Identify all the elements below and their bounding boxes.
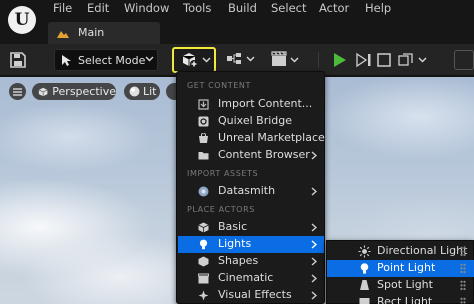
add-content-button[interactable] <box>172 47 216 73</box>
menu-item-unreal-marketplace[interactable]: Unreal Marketplace <box>178 130 325 147</box>
submenu-item-rect-light[interactable]: Rect Light <box>327 294 474 304</box>
cinematic-icon <box>198 273 209 284</box>
blueprint-icon[interactable] <box>226 52 256 66</box>
section-place-actors: PLACE ACTORS <box>187 205 255 214</box>
folder-icon <box>198 152 209 160</box>
perspective-button[interactable]: Perspective <box>32 83 116 100</box>
advance-frame-icon[interactable] <box>356 52 372 68</box>
marketplace-icon <box>199 133 208 143</box>
submenu-item-label: Spot Light <box>377 278 433 291</box>
menu-item-visual-effects[interactable]: Visual Effects <box>178 287 324 304</box>
menu-item-import-content[interactable]: Import Content... <box>178 96 324 113</box>
save-icon[interactable] <box>10 52 26 68</box>
menu-item-lights[interactable]: Lights <box>178 236 324 253</box>
point-light-icon <box>360 263 369 274</box>
chevron-right-icon <box>311 223 317 232</box>
chevron-right-icon <box>311 274 317 283</box>
lit-button[interactable]: Lit <box>124 83 160 100</box>
perspective-label: Perspective <box>52 85 116 98</box>
spot-light-icon <box>360 280 369 290</box>
chevron-down-icon <box>145 56 154 62</box>
menu-item-quixel-bridge[interactable]: Quixel Bridge <box>178 113 324 130</box>
drag-handle-icon[interactable] <box>460 246 466 257</box>
import-icon <box>198 99 209 110</box>
lights-submenu: Directional Light Point Light Spot Light… <box>326 240 474 304</box>
viewport-options-button[interactable] <box>9 83 26 100</box>
submenu-item-label: Rect Light <box>377 295 433 304</box>
menu-edit[interactable]: Edit <box>87 1 109 15</box>
select-mode-label: Select Mode <box>78 54 146 67</box>
visual-effects-icon <box>198 290 209 301</box>
quixel-icon <box>198 116 209 127</box>
play-icon[interactable] <box>333 52 347 68</box>
cinematic-icon[interactable] <box>270 51 300 67</box>
menu-item-label: Lights <box>218 237 252 250</box>
level-icon <box>57 31 69 38</box>
submenu-item-label: Point Light <box>377 261 436 274</box>
menu-item-content-browser[interactable]: Content Browser <box>178 147 324 164</box>
datasmith-icon <box>198 186 209 197</box>
section-import-assets: IMPORT ASSETS <box>187 169 259 178</box>
chevron-right-icon <box>311 291 317 300</box>
menu-actor[interactable]: Actor <box>319 1 349 15</box>
menu-build[interactable]: Build <box>228 1 257 15</box>
menu-item-label: Datasmith <box>218 184 276 197</box>
submenu-item-spot-light[interactable]: Spot Light <box>327 277 474 294</box>
platforms-icon[interactable] <box>398 52 414 68</box>
section-get-content: GET CONTENT <box>187 81 251 90</box>
settings-button[interactable] <box>454 50 474 70</box>
menu-item-label: Content Browser <box>218 148 310 161</box>
toolbar-divider <box>318 52 319 68</box>
menu-tools[interactable]: Tools <box>183 1 211 15</box>
menu-window[interactable]: Window <box>124 1 169 15</box>
menu-item-cinematic[interactable]: Cinematic <box>178 270 324 287</box>
chevron-down-icon <box>202 57 211 63</box>
lit-label: Lit <box>143 85 157 98</box>
directional-light-icon <box>358 245 371 258</box>
cursor-icon <box>62 55 71 66</box>
chevron-right-icon <box>311 257 317 266</box>
stop-icon[interactable] <box>377 53 391 67</box>
perspective-cube-icon <box>38 87 48 96</box>
chevron-right-icon <box>311 240 317 249</box>
menu-help[interactable]: Help <box>365 1 391 15</box>
light-bulb-icon <box>199 239 208 250</box>
drag-handle-icon[interactable] <box>460 280 466 291</box>
show-flags-button[interactable] <box>166 83 176 100</box>
menu-item-shapes[interactable]: Shapes <box>178 253 324 270</box>
cube-icon <box>198 222 209 233</box>
lit-sphere-icon <box>129 86 140 97</box>
menu-item-datasmith[interactable]: Datasmith <box>178 183 324 200</box>
tab-main[interactable]: Main <box>48 22 160 44</box>
submenu-item-directional-light[interactable]: Directional Light <box>327 243 474 260</box>
menu-item-label: Quixel Bridge <box>218 114 293 127</box>
menu-item-label: Visual Effects <box>218 288 292 301</box>
shapes-icon <box>198 256 209 267</box>
menu-item-label: Cinematic <box>218 271 274 284</box>
add-content-menu: GET CONTENT Import Content... Quixel Bri… <box>176 71 325 304</box>
drag-handle-icon[interactable] <box>460 297 466 304</box>
menu-item-label: Unreal Marketplace <box>218 131 325 144</box>
chevron-right-icon <box>311 187 317 196</box>
add-content-icon <box>182 53 198 68</box>
submenu-item-point-light[interactable]: Point Light <box>327 260 474 277</box>
unreal-logo-icon: U <box>8 6 36 34</box>
drag-handle-icon[interactable] <box>460 263 466 274</box>
menu-bar: U File Edit Window Tools Build Select Ac… <box>0 0 474 44</box>
menu-item-label: Import Content... <box>218 97 313 110</box>
hamburger-menu-icon <box>13 87 22 96</box>
menu-item-label: Shapes <box>218 254 259 267</box>
tab-main-label: Main <box>78 26 105 39</box>
chevron-down-icon[interactable] <box>418 57 427 63</box>
select-mode-dropdown[interactable]: Select Mode <box>54 49 158 71</box>
menu-item-basic[interactable]: Basic <box>178 219 324 236</box>
chevron-right-icon <box>311 151 317 160</box>
menu-file[interactable]: File <box>53 1 72 15</box>
submenu-item-label: Directional Light <box>377 244 468 257</box>
rect-light-icon <box>359 298 370 304</box>
menu-select[interactable]: Select <box>271 1 306 15</box>
menu-item-label: Basic <box>218 220 248 233</box>
